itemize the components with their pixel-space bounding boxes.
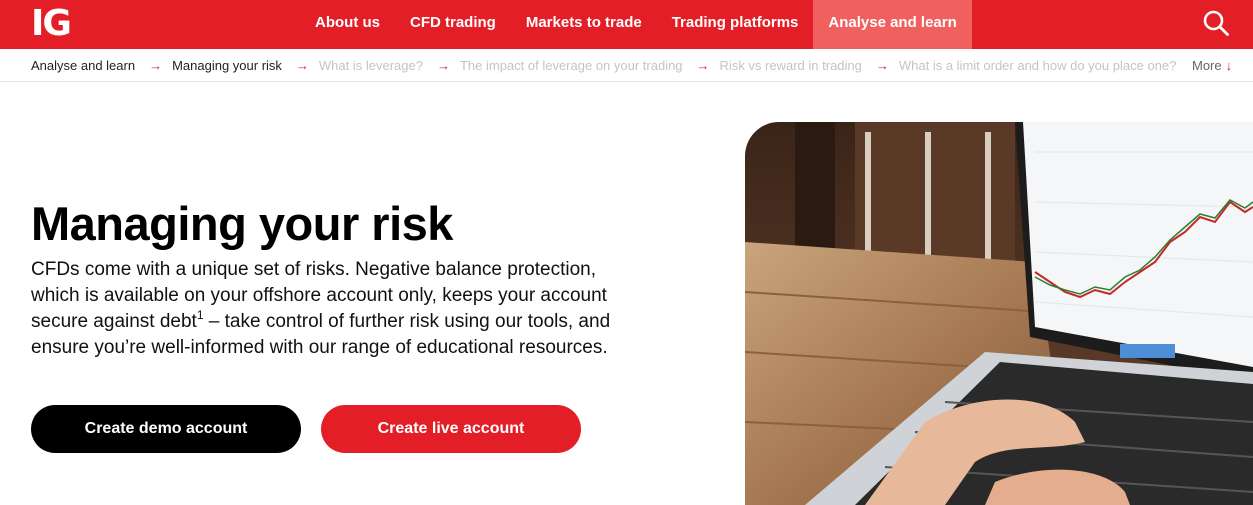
hero-description: CFDs come with a unique set of risks. Ne…: [31, 257, 641, 361]
arrow-right-icon: →: [696, 58, 710, 73]
more-dropdown[interactable]: More ↓: [1192, 49, 1232, 82]
create-live-account-button[interactable]: Create live account: [321, 405, 581, 453]
search-icon[interactable]: [1202, 9, 1230, 37]
create-demo-account-button[interactable]: Create demo account: [31, 405, 301, 453]
footnote-link[interactable]: 1: [197, 308, 204, 322]
arrow-right-icon: →: [436, 58, 450, 73]
arrow-down-icon: ↓: [1225, 58, 1233, 73]
arrow-right-icon: →: [295, 58, 309, 73]
breadcrumb: Analyse and learn → Managing your risk →…: [31, 49, 1176, 82]
top-navigation-bar: IG About us CFD trading Markets to trade…: [0, 0, 1253, 49]
breadcrumb-risk-vs-reward[interactable]: Risk vs reward in trading: [720, 58, 862, 73]
nav-item-cfd-trading[interactable]: CFD trading: [395, 0, 511, 49]
nav-item-analyse-and-learn[interactable]: Analyse and learn: [813, 0, 972, 49]
nav-item-trading-platforms[interactable]: Trading platforms: [657, 0, 814, 49]
nav-item-about-us[interactable]: About us: [300, 0, 395, 49]
laptop-chart-illustration: [745, 122, 1253, 505]
breadcrumb-impact-of-leverage[interactable]: The impact of leverage on your trading: [460, 58, 683, 73]
arrow-right-icon: →: [149, 58, 163, 73]
nav-item-markets-to-trade[interactable]: Markets to trade: [511, 0, 657, 49]
more-label: More: [1192, 58, 1222, 73]
page-title: Managing your risk: [31, 197, 453, 250]
arrow-right-icon: →: [875, 58, 889, 73]
breadcrumb-analyse-and-learn[interactable]: Analyse and learn: [31, 58, 135, 73]
main-nav: About us CFD trading Markets to trade Tr…: [300, 0, 972, 49]
breadcrumb-what-is-leverage[interactable]: What is leverage?: [319, 58, 423, 73]
ig-logo[interactable]: IG: [31, 4, 72, 44]
breadcrumb-limit-order[interactable]: What is a limit order and how do you pla…: [899, 58, 1177, 73]
breadcrumb-bar: Analyse and learn → Managing your risk →…: [0, 49, 1253, 82]
breadcrumb-managing-your-risk[interactable]: Managing your risk: [172, 58, 282, 73]
hero-laptop-trading-image: [745, 122, 1253, 505]
